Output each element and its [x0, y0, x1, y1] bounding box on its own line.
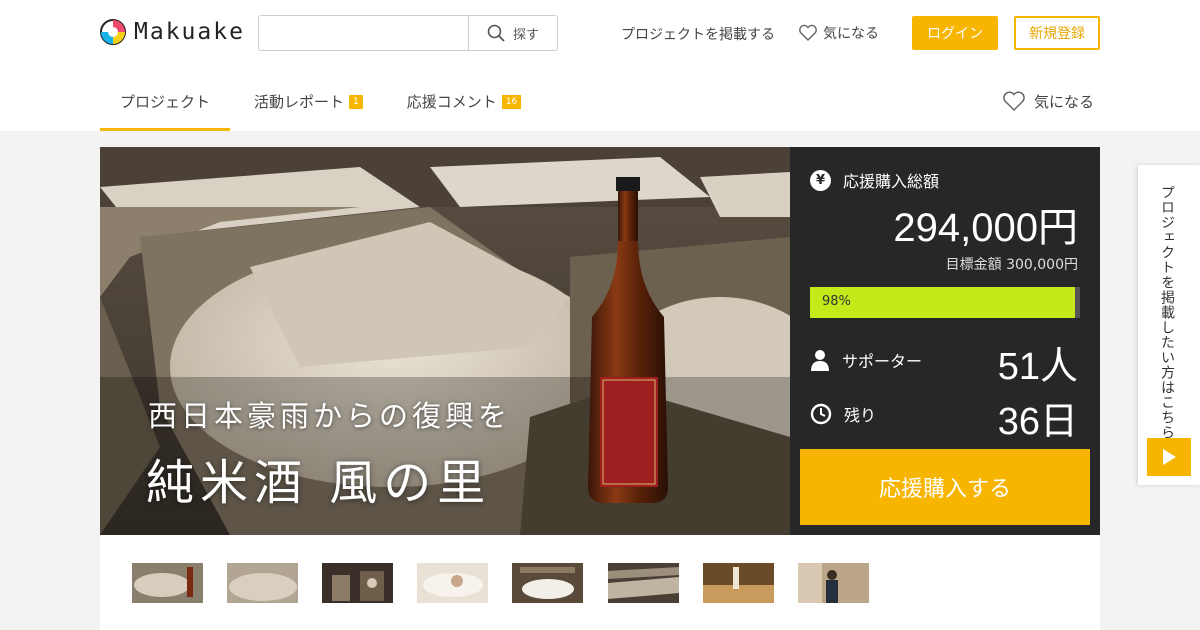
- search-box: 探す: [258, 15, 558, 51]
- tab-support-comments[interactable]: 応援コメント 16: [387, 72, 541, 131]
- thumbnail-7[interactable]: [703, 563, 774, 603]
- tab-activity-report[interactable]: 活動レポート 1: [234, 72, 383, 131]
- play-icon: [1163, 449, 1176, 465]
- tab-activity-report-label: 活動レポート: [254, 93, 345, 111]
- total-amount-value: 294,000円: [893, 206, 1078, 250]
- post-project-side-text: プロジェクトを掲載したい方はこちら: [1159, 185, 1175, 440]
- activity-report-count-badge: 1: [349, 94, 363, 109]
- heart-icon: [799, 24, 817, 41]
- post-project-link[interactable]: プロジェクトを掲載する: [621, 24, 775, 44]
- remaining-label: 残り: [844, 406, 877, 425]
- total-amount-row: ¥ 応援購入総額: [810, 168, 939, 192]
- post-project-side-tab[interactable]: プロジェクトを掲載したい方はこちら: [1138, 165, 1200, 485]
- play-button[interactable]: [1147, 438, 1191, 476]
- project-favorite-label: 気になる: [1034, 92, 1095, 111]
- person-icon: [811, 350, 829, 371]
- funding-progress-bar: 98%: [810, 287, 1080, 318]
- favorites-link[interactable]: 気になる: [798, 23, 879, 43]
- supporters-row: サポーター: [810, 348, 922, 372]
- tab-support-comments-label: 応援コメント: [406, 93, 497, 111]
- remaining-row: 残り: [810, 402, 876, 426]
- signup-button[interactable]: 新規登録: [1014, 16, 1100, 50]
- project-hero-image[interactable]: 西日本豪雨からの復興を 純米酒 風の里: [100, 147, 790, 535]
- thumbnail-4[interactable]: [417, 563, 488, 603]
- image-thumbnail-strip: [100, 535, 1100, 630]
- favorites-label: 気になる: [823, 26, 879, 42]
- search-icon: [487, 24, 505, 42]
- thumbnail-1[interactable]: [132, 563, 203, 603]
- search-button[interactable]: 探す: [468, 16, 557, 50]
- thumbnail-2[interactable]: [227, 563, 298, 603]
- remaining-days: 36日: [997, 401, 1078, 443]
- logo-mark-icon: [100, 19, 126, 45]
- thumbnail-5[interactable]: [512, 563, 583, 603]
- support-purchase-button[interactable]: 応援購入する: [800, 449, 1090, 525]
- logo-text: Makuake: [134, 19, 245, 45]
- tab-project[interactable]: プロジェクト: [100, 72, 231, 131]
- yen-coin-icon: ¥: [810, 169, 831, 191]
- search-input[interactable]: [259, 16, 468, 50]
- thumbnail-6[interactable]: [608, 563, 679, 603]
- login-button[interactable]: ログイン: [912, 16, 998, 50]
- thumbnail-8[interactable]: [798, 563, 869, 603]
- project-tabs: プロジェクト 活動レポート 1 応援コメント 16: [100, 72, 545, 131]
- heart-icon: [1003, 91, 1025, 112]
- hero-title: 純米酒 風の里: [146, 455, 492, 511]
- tab-project-label: プロジェクト: [120, 93, 211, 111]
- makuake-logo[interactable]: Makuake: [100, 19, 245, 45]
- funding-panel: ¥ 応援購入総額 294,000円 目標金額 300,000円 98% サポータ…: [790, 147, 1100, 535]
- total-amount-label: 応援購入総額: [843, 172, 940, 191]
- support-comments-count-badge: 16: [501, 94, 522, 109]
- hero-subtitle: 西日本豪雨からの復興を: [148, 399, 512, 433]
- project-favorite-button[interactable]: 気になる: [1002, 90, 1094, 112]
- supporters-label: サポーター: [842, 352, 923, 371]
- search-button-label: 探す: [512, 27, 539, 43]
- supporters-count: 51人: [997, 346, 1078, 388]
- progress-percent: 98%: [822, 294, 851, 309]
- thumbnail-3[interactable]: [322, 563, 393, 603]
- goal-amount: 目標金額 300,000円: [945, 257, 1078, 273]
- clock-icon: [810, 403, 832, 425]
